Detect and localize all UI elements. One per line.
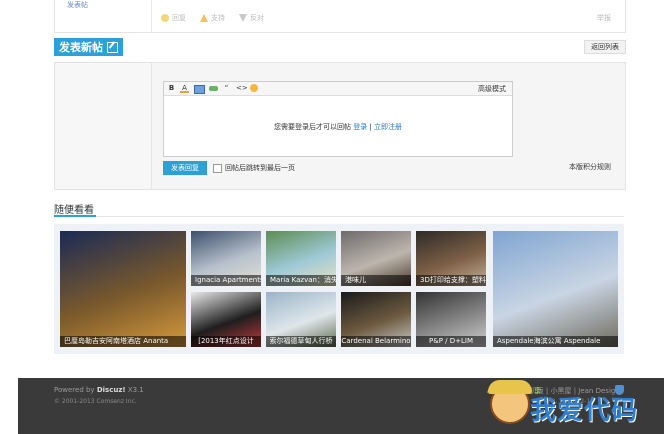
new-thread-button[interactable]: 发表新帖: [54, 38, 123, 56]
reply-action[interactable]: 回复: [161, 13, 186, 23]
gallery-item[interactable]: Cardenal Belarmino: [341, 292, 411, 347]
watermark: 我爱代码 享: [488, 380, 650, 430]
jump-last-checkbox[interactable]: 回帖后跳转到最后一页: [213, 163, 295, 173]
copyright: © 2001-2013 Comsenz Inc.: [54, 398, 137, 405]
straw-hat-icon: [488, 380, 532, 394]
back-to-list-button[interactable]: 返回列表: [584, 40, 626, 54]
login-link[interactable]: 登录: [353, 123, 367, 131]
register-link[interactable]: 立即注册: [374, 123, 402, 131]
edit-icon: [107, 41, 118, 53]
credit-rules-link[interactable]: 本版积分规则: [569, 162, 611, 172]
gallery-caption: Cardenal Belarmino: [341, 336, 411, 347]
gallery-caption: 索尔福德草甸人行桥: [266, 336, 336, 347]
gallery-caption: P&P / D+LIM: [416, 336, 486, 347]
submit-reply-button[interactable]: 发表回复: [163, 161, 207, 175]
gallery-caption: Maria Kazvan：消失: [266, 275, 336, 286]
gallery-item[interactable]: Maria Kazvan：消失: [266, 231, 336, 286]
gallery-item[interactable]: 3D打印给支撑：塑料: [416, 231, 486, 286]
thumbs-down-icon: [239, 14, 247, 22]
support-action[interactable]: 支持: [200, 13, 225, 23]
reply-icon: [161, 14, 169, 22]
link-icon[interactable]: [209, 86, 218, 91]
gallery-caption: 巴厘岛勒吉安阿南塔酒店 Ananta: [60, 336, 186, 347]
thumbs-up-icon: [200, 14, 208, 22]
gallery-caption: 3D打印给支撑：塑料: [416, 275, 486, 286]
gallery-item[interactable]: 巴厘岛勒吉安阿南塔酒店 Ananta: [60, 231, 186, 347]
powered-by: Powered by Discuz! X3.1: [54, 386, 144, 394]
gallery-item[interactable]: Ignacia Apartments: [191, 231, 261, 286]
reply-editor[interactable]: B A “ <> 高级模式 您需要登录后才可以回帖 登录 | 立即注册: [163, 81, 513, 157]
image-icon[interactable]: [194, 85, 205, 94]
new-thread-label: 发表新帖: [59, 41, 103, 54]
oppose-action[interactable]: 反对: [239, 13, 264, 23]
checkbox[interactable]: [213, 163, 222, 173]
divider: [54, 216, 624, 217]
gallery-item[interactable]: 索尔福德草甸人行桥: [266, 292, 336, 347]
gallery-item[interactable]: [2013年红点设计: [191, 292, 261, 347]
bold-button[interactable]: B: [167, 84, 176, 93]
gallery-item[interactable]: Aspendale海滨公寓 Aspendale: [493, 231, 618, 347]
watermark-text: 我爱代码: [530, 396, 639, 426]
gallery-caption: Ignacia Apartments: [191, 275, 261, 286]
editor-toolbar: B A “ <> 高级模式: [164, 82, 512, 96]
post-actions: 回复 支持 反对: [161, 13, 264, 23]
quote-button[interactable]: “: [222, 84, 231, 93]
reply-avatar-column: [55, 63, 152, 189]
code-button[interactable]: <>: [236, 84, 248, 93]
login-notice: 您需要登录后才可以回帖 登录 | 立即注册: [273, 123, 403, 131]
quick-reply-box: B A “ <> 高级模式 您需要登录后才可以回帖 登录 | 立即注册 发表回复…: [54, 62, 626, 190]
previous-post-footer: 发表帖 回复 支持 反对 举报: [54, 0, 626, 33]
random-section-title: 随便看看: [54, 205, 94, 216]
report-link[interactable]: 举报: [597, 13, 611, 23]
title-underline: [54, 215, 96, 217]
smiley-icon[interactable]: [250, 84, 258, 92]
watermark-sub: 享: [534, 387, 541, 395]
random-gallery: 巴厘岛勒吉安阿南塔酒店 Ananta Ignacia Apartments Ma…: [54, 224, 624, 354]
gallery-item[interactable]: P&P / D+LIM: [416, 292, 486, 347]
gallery-caption: [2013年红点设计: [191, 336, 261, 347]
gallery-caption: 港味儿: [341, 275, 411, 286]
gallery-caption: Aspendale海滨公寓 Aspendale: [493, 336, 618, 347]
author-link[interactable]: 发表帖: [67, 0, 88, 10]
gallery-item[interactable]: 港味儿: [341, 231, 411, 286]
discuz-link[interactable]: Discuz!: [97, 386, 126, 394]
font-color-button[interactable]: A: [180, 84, 189, 93]
advanced-mode-link[interactable]: 高级模式: [478, 84, 506, 94]
post-author-cell: 发表帖: [55, 0, 152, 32]
